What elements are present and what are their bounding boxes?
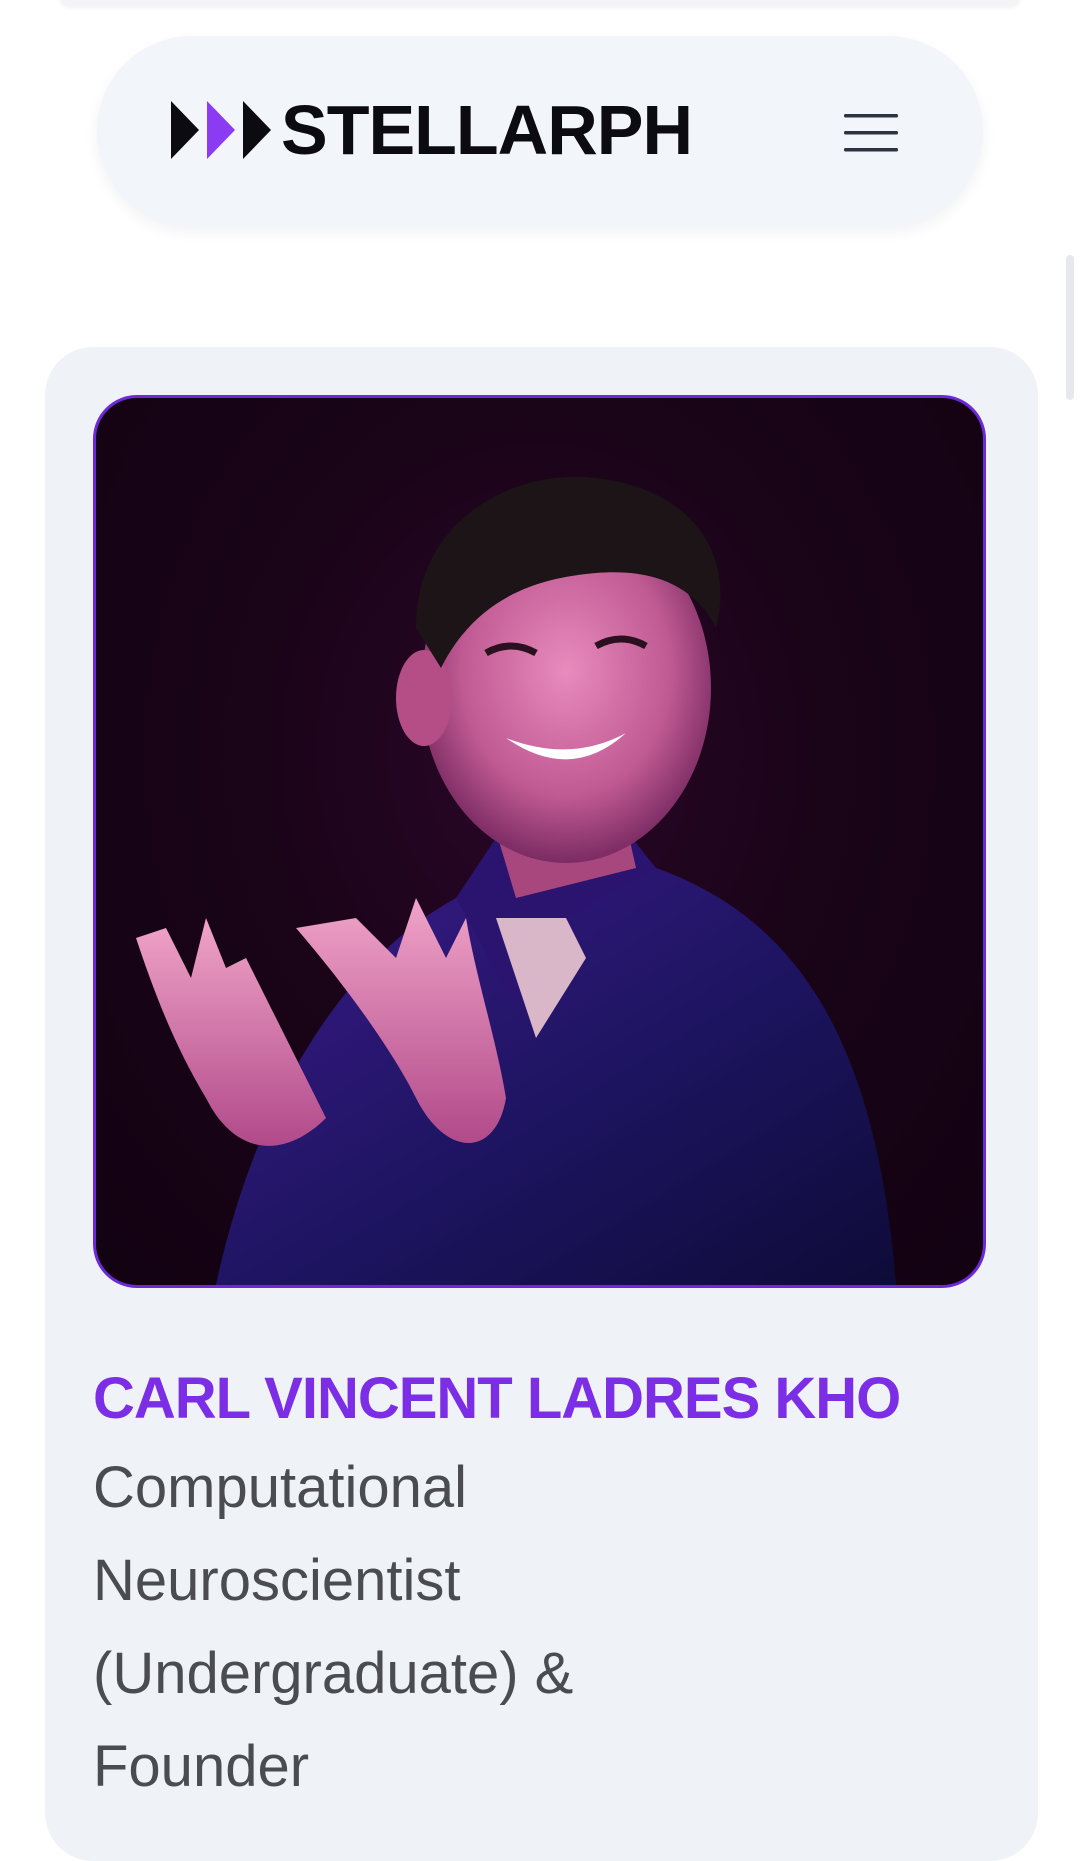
triple-play-arrows-icon	[171, 101, 271, 159]
profile-photo	[93, 395, 986, 1288]
site-header: STELLARPH	[97, 36, 983, 226]
brand-name: STELLARPH	[281, 91, 693, 169]
person-name: CARL VINCENT LADRES KHO	[93, 1366, 901, 1431]
scrollbar[interactable]	[1066, 255, 1074, 400]
person-role: Computational Neuroscientist (Undergradu…	[93, 1455, 574, 1799]
profile-card: CARL VINCENT LADRES KHO Computational Ne…	[45, 347, 1038, 1861]
hamburger-menu-icon	[844, 114, 898, 152]
menu-button[interactable]	[835, 104, 907, 162]
portrait-illustration	[136, 476, 896, 1285]
top-card-edge	[60, 0, 1020, 6]
brand-logo[interactable]: STELLARPH	[169, 91, 693, 169]
